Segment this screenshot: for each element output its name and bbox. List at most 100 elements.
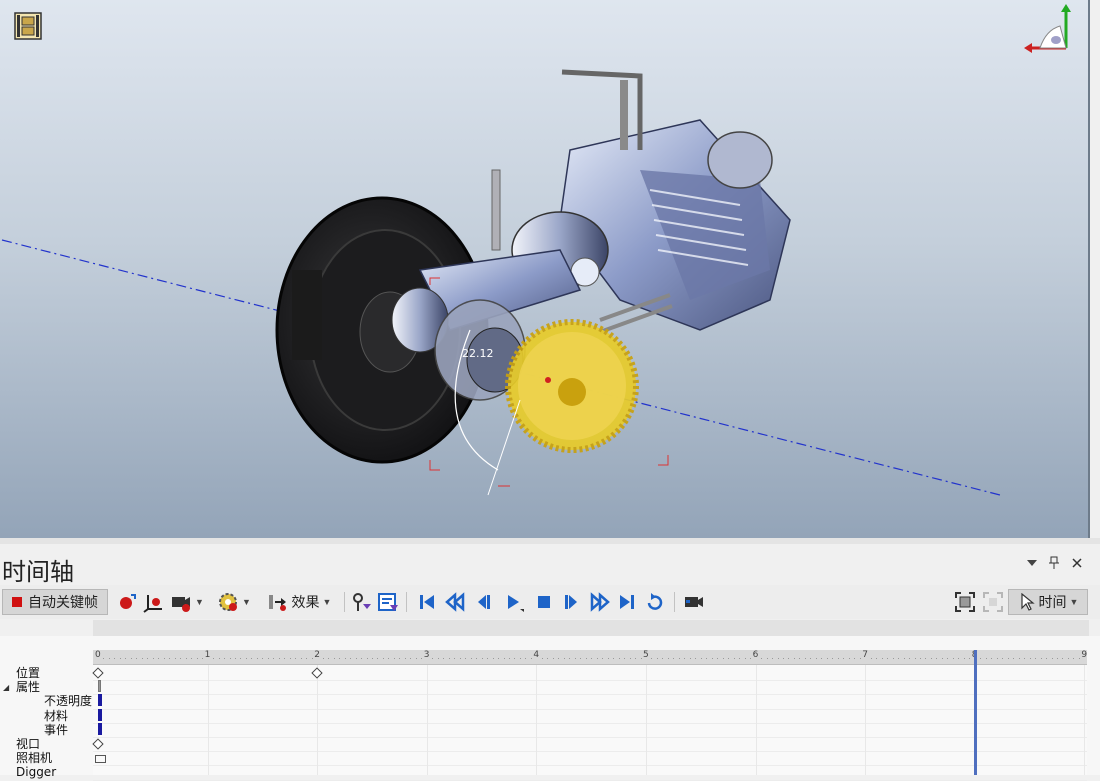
track-row[interactable]: [93, 694, 1087, 696]
ruler-minor-tick: [514, 658, 516, 659]
close-icon[interactable]: [1069, 556, 1085, 572]
ruler-minor-tick: [909, 658, 911, 659]
track-row[interactable]: [93, 708, 1087, 710]
track-label[interactable]: 照相机: [16, 751, 52, 765]
expand-triangle-icon[interactable]: ◢: [3, 683, 9, 692]
ruler-minor-tick: [311, 658, 313, 659]
loop-button[interactable]: [644, 589, 666, 615]
ruler-minor-tick: [465, 658, 467, 659]
go-to-end-button[interactable]: [616, 589, 638, 615]
ruler-minor-tick: [103, 658, 105, 659]
ruler-minor-tick: [114, 658, 116, 659]
ruler-minor-tick: [481, 658, 483, 659]
ruler-minor-tick: [196, 658, 198, 659]
track-row[interactable]: [93, 737, 1087, 738]
playhead[interactable]: [973, 650, 977, 775]
camera-view-button[interactable]: [682, 589, 706, 615]
ruler-minor-tick: [777, 658, 779, 659]
play-button[interactable]: [500, 589, 528, 615]
transform-key-button[interactable]: [142, 589, 164, 615]
track-label[interactable]: 材料: [44, 709, 68, 723]
zoom-selection-button[interactable]: [981, 589, 1005, 615]
effects-dropdown[interactable]: 效果 ▼: [260, 589, 338, 615]
grid-line: [1084, 665, 1086, 775]
cursor-icon: [1020, 593, 1035, 611]
ruler-minor-tick: [1051, 658, 1053, 659]
step-back-icon: [478, 595, 490, 609]
ruler-minor-tick: [235, 658, 236, 659]
list-filter-icon: [378, 593, 398, 611]
chevron-down-icon: ▼: [322, 597, 332, 607]
time-mode-dropdown[interactable]: 时间 ▼: [1008, 589, 1088, 615]
track-label[interactable]: 不透明度: [44, 694, 92, 708]
go-to-start-button[interactable]: [416, 589, 438, 615]
keyframe-diamond[interactable]: [92, 738, 104, 750]
ruler-minor-tick: [914, 658, 916, 659]
camera-key-dropdown[interactable]: ▼: [170, 589, 204, 615]
ruler-minor-tick: [273, 658, 275, 659]
auto-keyframe-button[interactable]: 自动关键帧: [2, 589, 108, 615]
stop-button[interactable]: [533, 589, 555, 615]
ruler-minor-tick: [1035, 658, 1037, 659]
dropdown-arrow-icon[interactable]: [1024, 556, 1040, 572]
ruler-minor-tick: [328, 658, 330, 659]
track-row[interactable]: [93, 680, 1087, 682]
ruler-minor-tick: [772, 658, 774, 659]
ruler-minor-tick: [1002, 658, 1004, 659]
track-label[interactable]: 位置: [16, 666, 40, 680]
ruler-minor-tick: [947, 658, 949, 659]
ruler-minor-tick: [969, 658, 971, 659]
ruler-minor-tick: [958, 658, 960, 659]
fast-forward-icon: [590, 592, 610, 612]
time-ruler[interactable]: 0123456789: [93, 650, 1087, 665]
ruler-minor-tick: [985, 658, 987, 659]
ruler-minor-tick: [552, 658, 554, 659]
track-row[interactable]: [93, 779, 1087, 781]
3d-viewport[interactable]: 22.12: [0, 0, 1090, 538]
toolbar-separator: [674, 592, 675, 612]
pin-icon[interactable]: [1046, 556, 1062, 572]
ruler-minor-tick: [1073, 658, 1075, 659]
keyframe-diamond[interactable]: [311, 667, 323, 679]
ruler-minor-tick: [547, 658, 549, 659]
previous-frame-button[interactable]: [472, 589, 494, 615]
track-label[interactable]: 事件: [44, 723, 68, 737]
ruler-minor-tick: [804, 658, 806, 659]
track-label[interactable]: 属性: [16, 680, 40, 694]
ruler-minor-tick: [684, 658, 686, 659]
track-label[interactable]: 视口: [16, 737, 40, 751]
ruler-minor-tick: [761, 658, 763, 659]
rewind-button[interactable]: [444, 589, 466, 615]
ruler-tick-label: 2: [314, 650, 320, 660]
list-filter-button[interactable]: [377, 589, 399, 615]
key-filter-button[interactable]: [350, 589, 372, 615]
next-frame-button[interactable]: [561, 589, 583, 615]
ruler-minor-tick: [930, 658, 932, 659]
ruler-minor-tick: [459, 658, 461, 659]
ruler-minor-tick: [421, 658, 423, 659]
ruler-minor-tick: [991, 658, 993, 659]
ruler-tick-label: 3: [423, 650, 430, 660]
engine-assembly-model[interactable]: 22.12: [0, 0, 1088, 538]
zoom-to-fit-button[interactable]: [953, 589, 977, 615]
track-row[interactable]: [93, 765, 1087, 767]
track-label[interactable]: Digger: [16, 765, 56, 779]
skip-end-icon: [620, 595, 634, 609]
ruler-minor-tick: [251, 658, 253, 659]
add-keyframe-button[interactable]: [116, 589, 138, 615]
ruler-minor-tick: [843, 658, 845, 659]
track-row[interactable]: [93, 751, 1087, 753]
ruler-minor-tick: [826, 658, 828, 659]
fast-forward-button[interactable]: [589, 589, 611, 615]
keyframe-diamond[interactable]: [92, 667, 104, 679]
ruler-minor-tick: [152, 658, 154, 659]
timeline-scroll-strip[interactable]: [93, 620, 1089, 636]
track-row[interactable]: [93, 722, 1087, 724]
ruler-minor-tick: [284, 658, 286, 659]
grid-line: [755, 665, 757, 775]
ruler-minor-tick: [1067, 658, 1069, 659]
ruler-minor-tick: [585, 658, 587, 659]
zoom-fit-icon: [955, 592, 975, 612]
track-area[interactable]: [92, 665, 1087, 781]
effects-key-dropdown[interactable]: ▼: [214, 589, 254, 615]
